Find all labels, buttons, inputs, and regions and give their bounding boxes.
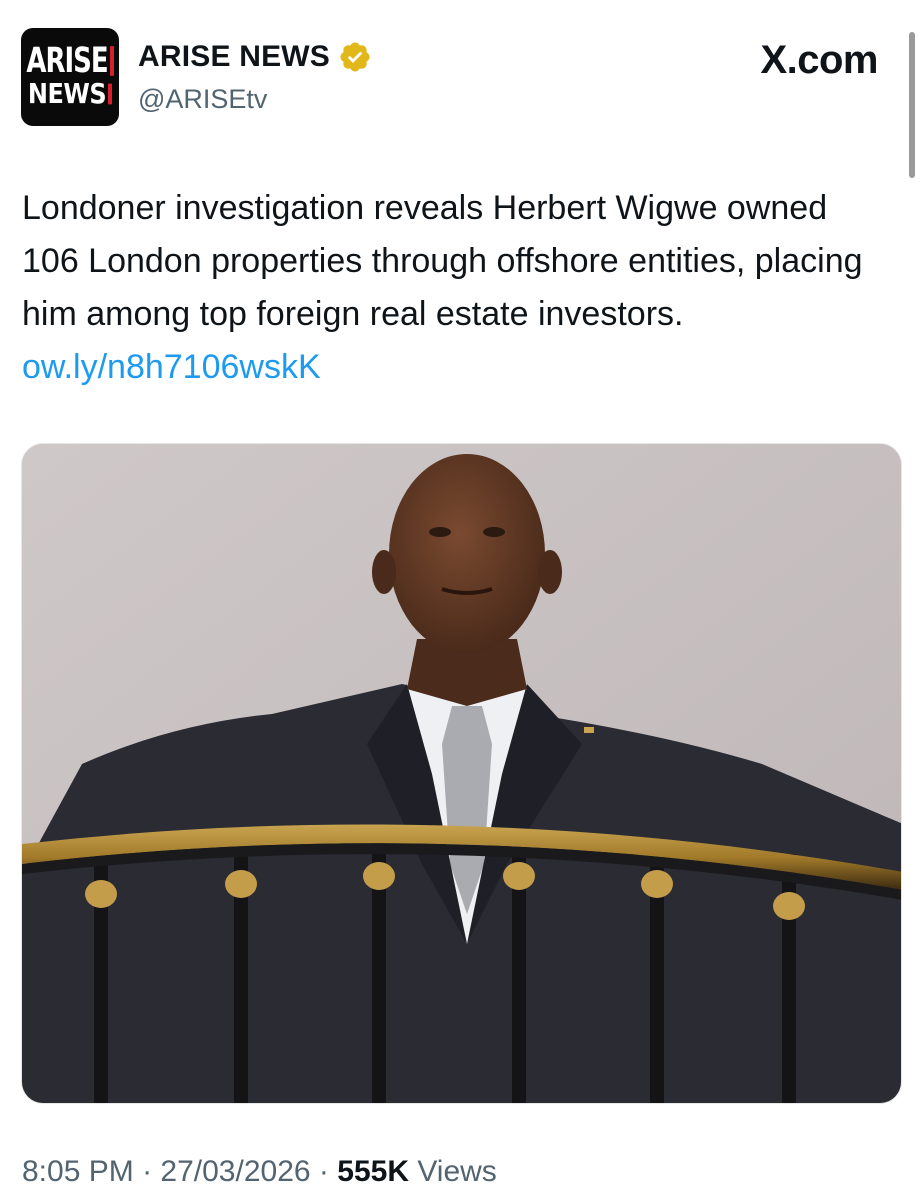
x-com-watermark: X.com (760, 38, 878, 82)
meta-separator: · (142, 1155, 153, 1188)
tweet-image[interactable] (21, 443, 902, 1104)
views-label: Views (417, 1155, 497, 1188)
author-name-row: ARISE NEWS (138, 40, 372, 74)
tweet-link[interactable]: ow.ly/n8h7106wskK (22, 348, 321, 386)
avatar-line2: NEWS (27, 77, 107, 111)
author-handle[interactable]: @ARISEtv (138, 84, 267, 115)
photo-man-on-balcony (22, 444, 901, 1103)
avatar-line1: ARISE (26, 40, 108, 82)
verified-badge-icon[interactable] (338, 40, 372, 74)
tweet-meta: 8:05 PM · 27/03/2026 · 555K Views (22, 1155, 497, 1189)
tweet-date[interactable]: 27/03/2026 (160, 1155, 310, 1188)
avatar-accent-bar (109, 46, 114, 76)
display-name[interactable]: ARISE NEWS (138, 40, 330, 74)
tweet-body: Londoner investigation reveals Herbert W… (22, 189, 863, 333)
scrollbar[interactable] (909, 32, 915, 178)
tweet-text: Londoner investigation reveals Herbert W… (22, 182, 882, 394)
views-count[interactable]: 555K (337, 1155, 409, 1188)
avatar[interactable]: ARISE NEWS (21, 28, 119, 126)
tweet-time[interactable]: 8:05 PM (22, 1155, 134, 1188)
meta-separator: · (318, 1155, 329, 1188)
avatar-accent-bar (108, 83, 113, 105)
